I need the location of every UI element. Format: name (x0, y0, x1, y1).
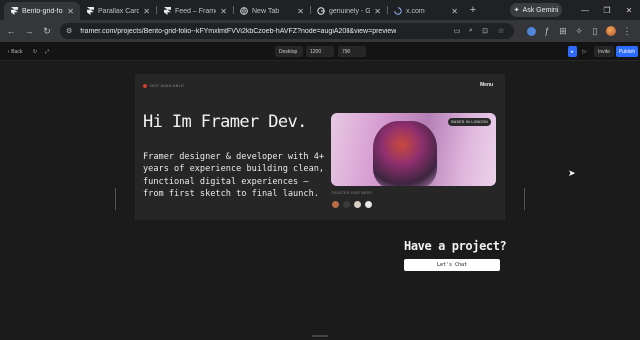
tab-title: x.com (406, 7, 425, 15)
framer-icon (86, 7, 94, 15)
framer-back-label: Back (11, 48, 23, 55)
ask-gemini-label: Ask Gemini (522, 6, 559, 14)
sparkle-icon: ✦ (513, 7, 520, 14)
close-window-icon[interactable]: ✕ (622, 3, 636, 17)
font-extension-icon[interactable]: ƒ (540, 24, 554, 38)
framer-mode-icon[interactable]: ▸ (568, 46, 577, 57)
trusted-partners-label: TRUSTED PARTNERS (331, 191, 373, 195)
partner-avatars (331, 199, 373, 209)
avatar (331, 199, 340, 209)
status-dot (143, 84, 147, 88)
location-badge: BASED IN LONDON (448, 118, 491, 126)
tab-title: New Tab (252, 7, 280, 15)
tab-new-tab[interactable]: New Tab ✕ (234, 2, 310, 20)
framer-preview-toolbar: ‹ Back ↻ ⤢ Desktop 1200 790 ▸ ▷ Invite P… (0, 42, 640, 61)
zoom-icon[interactable]: ⌕ (466, 26, 476, 36)
site-info-icon[interactable]: ⚙ (66, 27, 72, 35)
play-icon[interactable]: ▷ (580, 46, 589, 57)
google-icon (317, 7, 325, 15)
mouse-cursor-icon: ➤ (568, 168, 576, 178)
availability-status: NOT AVAILABLE (150, 83, 185, 88)
cast-icon[interactable]: ⊡ (480, 26, 490, 36)
publish-button[interactable]: Publish (616, 46, 638, 57)
browser-toolbar: ← → ↻ ⚙ framer.com/projects/Bento-grid-f… (0, 20, 640, 42)
ask-gemini-button[interactable]: ✦ Ask Gemini (510, 3, 562, 17)
close-icon[interactable]: ✕ (451, 7, 458, 16)
close-icon[interactable]: ✕ (220, 7, 227, 16)
close-icon[interactable]: ✕ (374, 7, 381, 16)
publish-label: Publish (618, 48, 636, 55)
tab-title: genuinely - Go (329, 7, 371, 15)
browser-tab-bar: Bento-grid-folio ✕ Parallax Card ✕ Feed … (0, 0, 640, 20)
tab-title: Feed – Framer (175, 7, 216, 15)
tab-feed-framer[interactable]: Feed – Framer ✕ (157, 2, 233, 20)
portrait-image: BASED IN LONDON (331, 113, 496, 186)
chevron-left-icon: ‹ (7, 48, 10, 55)
framer-back-button[interactable]: ‹ Back (4, 46, 26, 57)
invite-label: Invite (598, 48, 610, 55)
close-icon[interactable]: ✕ (67, 7, 74, 16)
framer-icon (163, 7, 171, 15)
profile-avatar[interactable] (604, 24, 618, 38)
refresh-icon[interactable]: ↻ (30, 46, 40, 57)
hero-title: Hi Im Framer Dev. (143, 112, 307, 132)
close-icon[interactable]: ✕ (143, 7, 150, 16)
url-text: framer.com/projects/Bento-grid-folio--kF… (80, 27, 397, 35)
close-icon[interactable]: ✕ (297, 7, 304, 16)
avatar (364, 199, 373, 209)
browser-menu-icon[interactable]: ⋮ (620, 24, 634, 38)
reload-icon[interactable]: ↻ (40, 24, 54, 38)
framer-icon (10, 7, 18, 15)
right-resize-handle[interactable] (524, 188, 525, 210)
sidebar-icon[interactable]: ▯ (588, 24, 602, 38)
left-resize-handle[interactable] (115, 188, 116, 210)
extension-icon[interactable] (524, 24, 538, 38)
avatar (353, 199, 362, 209)
height-value: 790 (342, 48, 351, 55)
expand-icon[interactable]: ⤢ (42, 46, 52, 57)
extensions-puzzle-icon[interactable]: ✧ (572, 24, 586, 38)
tab-x-com[interactable]: x.com ✕ (388, 2, 464, 20)
tab-title: Parallax Card (98, 7, 140, 15)
hero-bio: Framer designer & developer with 4+ year… (143, 152, 325, 199)
device-select[interactable]: Desktop (275, 46, 303, 57)
tab-title: Bento-grid-folio (22, 7, 64, 15)
restore-icon[interactable]: ❐ (600, 3, 614, 17)
tab-parallax-card[interactable]: Parallax Card ✕ (80, 2, 156, 20)
project-heading: Have a project? (404, 239, 507, 253)
back-arrow-icon[interactable]: ← (4, 24, 18, 38)
width-input[interactable]: 1200 (306, 46, 334, 57)
portrait-figure (373, 121, 437, 186)
avatar (342, 199, 351, 209)
scroll-indicator[interactable] (312, 335, 328, 337)
x-loading-icon (394, 7, 402, 15)
address-bar[interactable]: ⚙ framer.com/projects/Bento-grid-folio--… (60, 23, 514, 39)
invite-button[interactable]: Invite (594, 46, 614, 57)
bookmark-star-icon[interactable]: ☆ (496, 26, 506, 36)
tab-google-search[interactable]: genuinely - Go ✕ (311, 2, 387, 20)
tab-bento-grid-folio[interactable]: Bento-grid-folio ✕ (4, 2, 80, 20)
menu-button[interactable]: Menu (480, 82, 493, 88)
width-value: 1200 (310, 48, 322, 55)
globe-icon (240, 7, 248, 15)
height-input[interactable]: 790 (338, 46, 366, 57)
tab-search-icon[interactable]: ⊞ (556, 24, 570, 38)
minimize-icon[interactable]: — (578, 3, 592, 17)
new-tab-button[interactable]: + (466, 2, 480, 18)
device-value: Desktop (279, 48, 298, 55)
lets-chat-button[interactable]: Let's Chat (404, 259, 500, 271)
open-in-app-icon[interactable]: ▭ (452, 26, 462, 36)
forward-arrow-icon[interactable]: → (22, 24, 36, 38)
